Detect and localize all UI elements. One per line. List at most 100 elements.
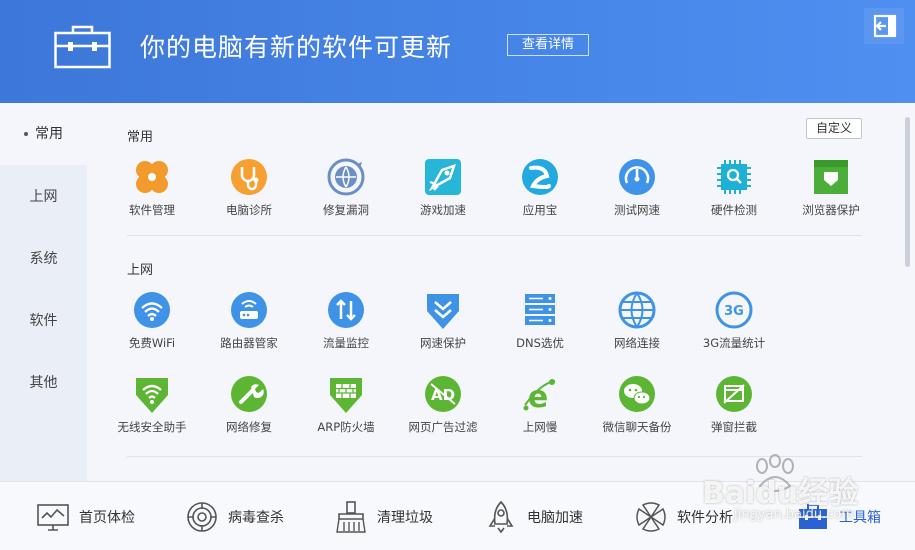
traffic-arrows-icon <box>328 292 364 328</box>
scrollbar[interactable] <box>905 117 910 267</box>
game-boost-icon <box>425 159 461 195</box>
tool-label: 电脑诊所 <box>226 203 272 217</box>
sidebar-item-label: 上网 <box>29 189 58 205</box>
nav-label: 电脑加速 <box>527 509 583 526</box>
nav-label: 首页体检 <box>79 509 135 526</box>
nav-home-check[interactable]: 首页体检 <box>36 482 135 550</box>
nav-toolbox[interactable]: 工具箱 <box>796 482 881 550</box>
tool-software-manager[interactable]: 软件管理 <box>107 158 197 218</box>
tool-label: 网页广告过滤 <box>408 420 478 434</box>
sidebar-item-other[interactable]: 其他 <box>0 352 87 414</box>
tool-label: 浏览器保护 <box>802 203 860 217</box>
virus-scan-icon <box>187 501 217 532</box>
ie-slow-icon: e <box>523 379 556 413</box>
tool-game-boost[interactable]: 游戏加速 <box>398 158 488 218</box>
exit-icon[interactable] <box>864 8 904 44</box>
tool-label: 软件管理 <box>129 203 175 217</box>
category-sidebar: 常用 上网 系统 软件 其他 <box>0 103 87 481</box>
nav-software-analysis[interactable]: 软件分析 <box>634 482 733 550</box>
tool-network-connection[interactable]: 网络连接 <box>592 291 682 351</box>
tool-label: ARP防火墙 <box>317 420 375 434</box>
toolbox-icon <box>799 503 827 529</box>
tool-label: 游戏加速 <box>420 203 466 217</box>
wechat-icon <box>619 376 655 412</box>
nav-speedup[interactable]: 电脑加速 <box>484 482 583 550</box>
tool-slow-internet[interactable]: e 上网慢 <box>495 375 585 435</box>
tool-label: 修复漏洞 <box>323 203 369 217</box>
firewall-icon <box>330 378 362 413</box>
section-title-common: 常用 <box>127 130 154 145</box>
ad-block-icon: AD <box>425 376 461 412</box>
toolbox-icon <box>54 25 111 69</box>
tool-dns-optimize[interactable]: DNS选优 <box>495 291 585 351</box>
section-divider <box>127 456 862 457</box>
sidebar-item-software[interactable]: 软件 <box>0 290 87 352</box>
tool-popup-block[interactable]: 弹窗拦截 <box>689 375 779 435</box>
nav-clean-junk[interactable]: 清理垃圾 <box>334 482 433 550</box>
tool-free-wifi[interactable]: 免费WiFi <box>107 291 197 351</box>
sidebar-item-label: 软件 <box>29 313 58 329</box>
tool-fix-vulnerability[interactable]: 修复漏洞 <box>301 158 391 218</box>
tool-arp-firewall[interactable]: ARP防火墙 <box>301 375 391 435</box>
customize-button[interactable]: 自定义 <box>806 118 862 139</box>
view-details-button[interactable]: 查看详情 <box>507 34 589 56</box>
tool-app-store[interactable]: 应用宝 <box>495 158 585 218</box>
tool-3g-stats[interactable]: 3G 3G流量统计 <box>689 291 779 351</box>
tool-router-manager[interactable]: 路由器管家 <box>204 291 294 351</box>
popup-block-icon <box>716 376 752 412</box>
active-dot <box>24 132 28 136</box>
tool-pc-clinic[interactable]: 电脑诊所 <box>204 158 294 218</box>
globe-repair-icon <box>327 158 365 196</box>
nav-label: 工具箱 <box>839 509 881 526</box>
svg-text:3G: 3G <box>724 304 744 319</box>
rocket-icon <box>488 500 514 533</box>
nav-label: 清理垃圾 <box>377 509 433 526</box>
clover-icon <box>136 161 168 193</box>
software-icon <box>636 501 666 532</box>
tool-wireless-security[interactable]: 无线安全助手 <box>107 375 197 435</box>
browser-shield-icon <box>814 160 848 194</box>
tool-label: 硬件检测 <box>711 203 757 217</box>
tool-label: 路由器管家 <box>220 336 278 350</box>
tool-traffic-monitor[interactable]: 流量监控 <box>301 291 391 351</box>
router-icon <box>231 292 267 328</box>
speed-shield-icon <box>427 294 459 329</box>
tool-speed-test[interactable]: 测试网速 <box>592 158 682 218</box>
tool-network-repair[interactable]: 网络修复 <box>204 375 294 435</box>
tool-label: 流量监控 <box>323 336 369 350</box>
tool-wechat-backup[interactable]: 微信聊天备份 <box>592 375 682 435</box>
wrench-icon <box>231 376 267 412</box>
sidebar-item-label: 系统 <box>29 251 58 267</box>
wifi-icon <box>134 292 170 328</box>
wifi-shield-icon <box>136 378 168 413</box>
tool-browser-protect[interactable]: 浏览器保护 <box>786 158 876 218</box>
tool-label: 上网慢 <box>522 420 558 434</box>
tool-label: 3G流量统计 <box>702 336 766 350</box>
tool-hardware-check[interactable]: 硬件检测 <box>689 158 779 218</box>
bottom-nav: 首页体检 病毒查杀 清理垃圾 电脑加速 软件分析 工具箱 <box>0 481 915 550</box>
sidebar-item-common[interactable]: 常用 <box>0 103 87 165</box>
tool-ad-filter[interactable]: AD 网页广告过滤 <box>398 375 488 435</box>
tool-label: 无线安全助手 <box>117 420 187 434</box>
tool-speed-protect[interactable]: 网速保护 <box>398 291 488 351</box>
nav-label: 病毒查杀 <box>228 509 284 526</box>
3g-icon: 3G <box>715 291 753 329</box>
monitor-check-icon <box>37 503 69 531</box>
tool-label: 网络修复 <box>226 420 272 434</box>
stethoscope-icon <box>231 159 267 195</box>
broom-icon <box>336 500 366 533</box>
tool-label: 应用宝 <box>522 203 558 217</box>
sidebar-item-label: 常用 <box>35 126 63 142</box>
sidebar-item-internet[interactable]: 上网 <box>0 166 87 228</box>
dns-server-icon <box>525 294 555 325</box>
tool-label: DNS选优 <box>516 336 564 350</box>
section-divider <box>127 235 862 236</box>
tool-label: 微信聊天备份 <box>602 420 672 434</box>
nav-virus-scan[interactable]: 病毒查杀 <box>185 482 284 550</box>
tool-label: 弹窗拦截 <box>711 420 757 434</box>
sidebar-item-system[interactable]: 系统 <box>0 228 87 290</box>
tools-panel: 常用 自定义 软件管理 电脑诊所 修复漏洞 游戏加速 应用宝 测试网速 硬件检测… <box>87 103 915 481</box>
section-title-internet: 上网 <box>127 263 154 278</box>
tool-label: 网络连接 <box>614 336 660 350</box>
app-store-icon <box>522 159 558 195</box>
